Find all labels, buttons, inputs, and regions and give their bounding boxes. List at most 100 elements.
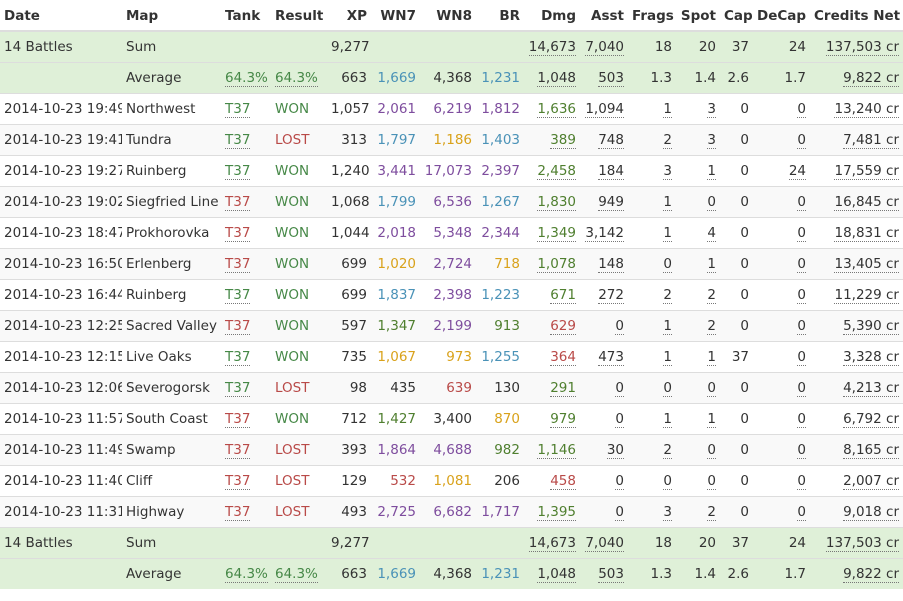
table-row[interactable]: 2014-10-23 18:47 Prokhorovka T37 WON 1,044 2,… (0, 216, 903, 248)
summary-sum-row-top: 14 Battles Sum 9,277 14,673 7,040 18 20 … (0, 30, 903, 62)
cell-frags: 0 (628, 371, 676, 403)
table-row[interactable]: 2014-10-23 12:25 Sacred Valley T37 WON 597 1,… (0, 309, 903, 341)
cell-wn7: 1,020 (371, 247, 420, 279)
sum-frags: 18 (628, 526, 676, 558)
column-header-spot[interactable]: Spot (676, 0, 720, 32)
table-row[interactable]: 2014-10-23 16:50 Erlenberg T37 WON 699 1,020 2… (0, 247, 903, 279)
cell-tank: T37 (221, 92, 271, 124)
empty-cell (476, 526, 524, 558)
cell-wn8: 6,682 (420, 495, 476, 527)
cell-decap: 0 (753, 340, 810, 372)
table-row[interactable]: 2014-10-23 19:49 Northwest T37 WON 1,057 2,06… (0, 92, 903, 124)
cell-wn7: 2,061 (371, 92, 420, 124)
avg-tank-winrate: 64.3% (221, 61, 271, 93)
table-row[interactable]: 2014-10-23 19:41 Tundra T37 LOST 313 1,797 1,1… (0, 123, 903, 155)
cell-asst-value: 148 (598, 255, 624, 273)
column-header-frags[interactable]: Frags (628, 0, 676, 32)
cell-xp: 699 (327, 247, 371, 279)
avg-dmg-value: 1,048 (537, 565, 576, 583)
sum-label: Sum (122, 30, 221, 62)
sum-decap: 24 (753, 30, 810, 62)
cell-dmg: 979 (524, 402, 580, 434)
cell-spot: 0 (676, 464, 720, 496)
cell-credits: 3,328 cr (810, 340, 903, 372)
avg-decap: 1.7 (753, 557, 810, 589)
cell-decap-value: 0 (797, 472, 806, 490)
table-row[interactable]: 2014-10-23 16:44 Ruinberg T37 WON 699 1,837 2,… (0, 278, 903, 310)
cell-cap: 0 (720, 433, 753, 465)
column-header-tank[interactable]: Tank (221, 0, 271, 32)
average-label: Average (122, 557, 221, 589)
cell-credits-value: 16,845 cr (834, 193, 899, 211)
cell-frags: 2 (628, 123, 676, 155)
cell-credits-value: 17,559 cr (834, 162, 899, 180)
column-header-credits-net[interactable]: Credits Net (810, 0, 903, 32)
cell-map: Tundra (122, 123, 221, 155)
table-row[interactable]: 2014-10-23 11:57 South Coast T37 WON 712 1,42… (0, 402, 903, 434)
cell-br: 1,812 (476, 92, 524, 124)
column-header-xp[interactable]: XP (327, 0, 371, 32)
avg-br: 1,231 (476, 557, 524, 589)
avg-xp: 663 (327, 61, 371, 93)
column-header-asst[interactable]: Asst (580, 0, 628, 32)
cell-frags-value: 3 (663, 503, 672, 521)
cell-cap: 0 (720, 216, 753, 248)
column-header-cap[interactable]: Cap (720, 0, 753, 32)
cell-wn7: 2,725 (371, 495, 420, 527)
sum-xp: 9,277 (327, 30, 371, 62)
cell-wn8: 639 (420, 371, 476, 403)
cell-dmg-value: 1,078 (537, 255, 576, 273)
cell-decap: 0 (753, 402, 810, 434)
cell-frags: 2 (628, 278, 676, 310)
sum-spot: 20 (676, 526, 720, 558)
cell-decap-value: 24 (788, 162, 806, 180)
cell-frags: 2 (628, 433, 676, 465)
cell-frags: 3 (628, 495, 676, 527)
cell-result: LOST (271, 433, 327, 465)
table-row[interactable]: 2014-10-23 19:02 Siegfried Line T37 WON 1,06… (0, 185, 903, 217)
cell-map: South Coast (122, 402, 221, 434)
table-row[interactable]: 2014-10-23 11:40 Cliff T37 LOST 129 532 1,081 2… (0, 464, 903, 496)
cell-dmg-value: 979 (550, 410, 576, 428)
column-header-map[interactable]: Map (122, 0, 221, 32)
column-header-wn8[interactable]: WN8 (420, 0, 476, 32)
cell-tank: T37 (221, 340, 271, 372)
cell-wn8: 5,348 (420, 216, 476, 248)
cell-spot: 1 (676, 402, 720, 434)
cell-decap-value: 0 (797, 224, 806, 242)
table-row[interactable]: 2014-10-23 11:31 Highway T37 LOST 493 2,725 6,… (0, 495, 903, 527)
column-header-result[interactable]: Result (271, 0, 327, 32)
table-row[interactable]: 2014-10-23 11:49 Swamp T37 LOST 393 1,864 4,68… (0, 433, 903, 465)
empty-cell (476, 30, 524, 62)
cell-spot: 3 (676, 92, 720, 124)
cell-decap-value: 0 (797, 503, 806, 521)
cell-xp: 393 (327, 433, 371, 465)
table-row[interactable]: 2014-10-23 12:06 Severogorsk T37 LOST 98 435 6… (0, 371, 903, 403)
cell-credits: 16,845 cr (810, 185, 903, 217)
cell-date: 2014-10-23 16:44 (0, 278, 122, 310)
cell-cap: 0 (720, 123, 753, 155)
column-header-date[interactable]: Date (0, 0, 122, 32)
cell-frags-value: 0 (663, 255, 672, 273)
cell-date: 2014-10-23 12:25 (0, 309, 122, 341)
table-row[interactable]: 2014-10-23 12:15 Live Oaks T37 WON 735 1,067 9… (0, 340, 903, 372)
avg-result-winrate: 64.3% (271, 61, 327, 93)
cell-credits-value: 5,390 cr (843, 317, 899, 335)
column-header-decap[interactable]: DeCap (753, 0, 810, 32)
empty-cell (0, 61, 122, 93)
cell-frags: 1 (628, 92, 676, 124)
table-row[interactable]: 2014-10-23 19:27 Ruinberg T37 WON 1,240 3,441… (0, 154, 903, 186)
cell-spot: 2 (676, 495, 720, 527)
cell-map: Swamp (122, 433, 221, 465)
cell-dmg: 629 (524, 309, 580, 341)
cell-tank-value: T37 (225, 317, 251, 335)
cell-cap: 37 (720, 340, 753, 372)
cell-frags-value: 2 (663, 441, 672, 459)
cell-credits-value: 6,792 cr (843, 410, 899, 428)
cell-wn8: 6,219 (420, 92, 476, 124)
cell-asst-value: 0 (615, 503, 624, 521)
column-header-wn7[interactable]: WN7 (371, 0, 420, 32)
cell-wn8: 1,081 (420, 464, 476, 496)
column-header-br[interactable]: BR (476, 0, 524, 32)
column-header-dmg[interactable]: Dmg (524, 0, 580, 32)
